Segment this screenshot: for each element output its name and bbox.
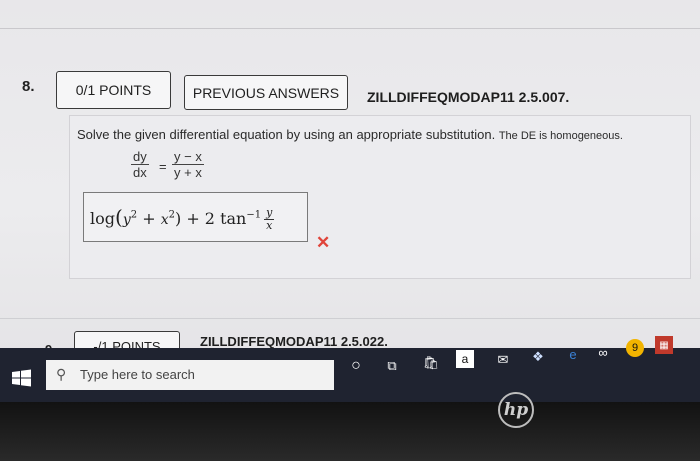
app-icon[interactable]: ▦ — [655, 336, 673, 354]
task-view-icon[interactable]: ⧉ — [381, 355, 403, 377]
lhs-numerator: dy — [131, 149, 149, 165]
question-8-number: 8. — [22, 78, 35, 95]
answer-tan: ) + 2 tan — [174, 209, 247, 228]
answer-exp-y: 2 — [130, 209, 138, 221]
norton-icon[interactable]: 9 — [626, 339, 644, 357]
answer-plus: + — [142, 209, 156, 228]
hp-logo: hp — [498, 392, 534, 428]
equation-rhs: y − x y + x — [172, 149, 204, 181]
prompt-tail: The DE is homogeneous. — [498, 130, 623, 142]
cortana-circle-icon[interactable]: ○ — [345, 355, 367, 377]
answer-log: log — [90, 209, 115, 228]
lhs-denominator: dx — [133, 165, 147, 180]
question-prompt: Solve the given differential equation by… — [77, 127, 623, 142]
points-button[interactable]: 0/1 POINTS — [56, 71, 171, 109]
search-icon: ⚲ — [56, 366, 67, 382]
answer-exp-neg1: −1 — [246, 209, 262, 221]
rhs-numerator: y − x — [172, 149, 204, 165]
rhs-denominator: y + x — [174, 165, 202, 180]
answer-field[interactable]: log(y2 + x2) + 2 tan−1 y x — [83, 192, 308, 242]
incorrect-x-icon: ✕ — [316, 233, 331, 252]
windows-start-icon[interactable] — [10, 369, 34, 387]
taskbar-search-box[interactable]: ⚲ Type here to search — [46, 360, 334, 390]
equation-equals: = — [159, 159, 167, 174]
question-8-code: ZILLDIFFEQMODAP11 2.5.007. — [367, 89, 570, 105]
laptop-bezel — [0, 402, 700, 461]
store-icon[interactable]: 🛍 — [420, 352, 442, 374]
top-divider — [0, 28, 700, 29]
search-placeholder: Type here to search — [80, 367, 195, 382]
amazon-icon[interactable]: a — [456, 350, 474, 368]
answer-fraction: yx — [264, 207, 275, 232]
dropbox-icon[interactable]: ❖ — [527, 346, 549, 368]
answer-var-y: y — [122, 212, 131, 228]
answer-frac-den: x — [266, 219, 273, 232]
equation-lhs: dy dx — [131, 149, 149, 181]
previous-answers-button[interactable]: PREVIOUS ANSWERS — [184, 75, 348, 110]
answer-var-x: x — [160, 212, 169, 228]
question-9-code: ZILLDIFFEQMODAP11 2.5.022. — [200, 334, 388, 349]
infinity-icon[interactable]: ∞ — [592, 341, 614, 363]
question-divider — [0, 318, 700, 319]
edge-icon[interactable]: e — [562, 343, 584, 365]
mail-icon[interactable]: ✉ — [492, 349, 514, 371]
prompt-main: Solve the given differential equation by… — [77, 127, 499, 142]
